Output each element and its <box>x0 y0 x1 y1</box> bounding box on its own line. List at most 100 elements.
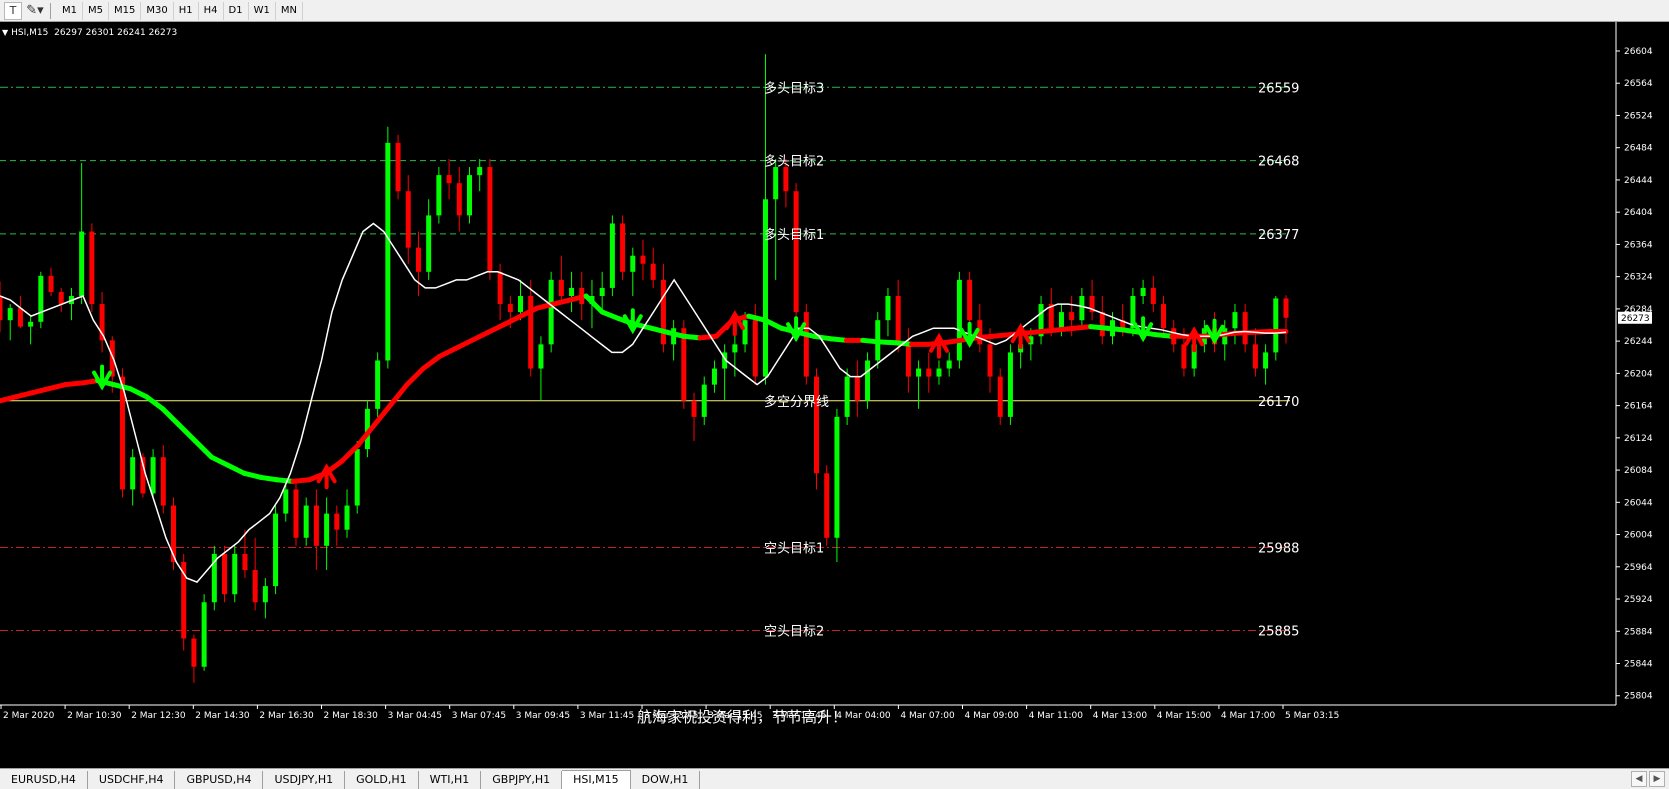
candle-body <box>17 308 23 327</box>
price-tick-label: 25884 <box>1624 627 1653 637</box>
price-tick-label: 26004 <box>1624 531 1653 541</box>
trend-line-segment <box>388 382 410 408</box>
tab-dow-h1[interactable]: DOW,H1 <box>631 771 701 789</box>
period-button-d1[interactable]: D1 <box>224 1 249 20</box>
period-button-m30[interactable]: M30 <box>141 1 174 20</box>
objects-menu-icon[interactable]: ✎▾ <box>26 2 44 20</box>
price-tick-label: 26364 <box>1624 240 1653 250</box>
chart-annotation: 航海家祝投资得利，节节高升！ <box>637 708 847 726</box>
candle-body <box>814 376 820 474</box>
price-tick-label: 26524 <box>1624 111 1653 121</box>
candle-body <box>150 457 156 494</box>
tab-usdjpy-h1[interactable]: USDJPY,H1 <box>263 771 346 789</box>
period-button-w1[interactable]: W1 <box>249 1 276 20</box>
current-price-label: 26273 <box>1621 314 1650 324</box>
price-tick-label: 25844 <box>1624 660 1653 670</box>
level-value: 26468 <box>1258 155 1299 170</box>
period-button-m5[interactable]: M5 <box>83 1 109 20</box>
tab-gbpusd-h4[interactable]: GBPUSD,H4 <box>175 771 264 789</box>
candle-body <box>1140 287 1146 296</box>
time-tick-label: 3 Mar 09:45 <box>516 711 570 721</box>
tab-usdchf-h4[interactable]: USDCHF,H4 <box>88 771 176 789</box>
tab-wti-h1[interactable]: WTI,H1 <box>419 771 482 789</box>
candle-body <box>456 183 462 216</box>
trend-line-segment <box>46 382 68 392</box>
price-tick-label: 26164 <box>1624 402 1653 412</box>
text-tool-icon[interactable]: T <box>4 1 22 20</box>
candle-body <box>89 231 95 305</box>
candle-body <box>334 513 340 530</box>
candle-body <box>518 295 524 313</box>
time-tick-label: 4 Mar 11:00 <box>1029 711 1084 721</box>
price-chart[interactable]: 26604 26564 26524 26484 26444 26404 26364 26324… <box>0 22 1669 749</box>
candle-body <box>354 449 360 506</box>
chart-tabs: EURUSD,H4 USDCHF,H4 GBPUSD,H4 USDJPY,H1 GOLD… <box>0 768 1669 789</box>
candle-body <box>1007 352 1013 417</box>
candle-body <box>426 215 432 272</box>
trend-line-segment <box>0 394 19 404</box>
candle-body <box>1079 295 1085 321</box>
level-label: 空头目标1 <box>764 541 824 556</box>
candle-body <box>79 231 85 296</box>
level-value: 26377 <box>1258 228 1299 243</box>
trend-line-segment <box>453 337 475 351</box>
candle-body <box>1263 352 1269 369</box>
candle-body <box>660 279 666 345</box>
collapse-triangle-icon[interactable]: ▼ <box>2 28 8 37</box>
time-tick-label: 2 Mar 16:30 <box>259 711 314 721</box>
chart-area[interactable]: 26604 26564 26524 26484 26444 26404 26364 26324… <box>0 22 1669 749</box>
candle-body <box>1069 312 1075 321</box>
candle-body <box>650 263 656 280</box>
candle-body <box>395 142 401 192</box>
scroll-right-icon[interactable]: ▶ <box>1649 771 1665 787</box>
period-button-m15[interactable]: M15 <box>109 1 142 20</box>
candle-body <box>0 295 3 321</box>
candle-body <box>1058 312 1064 329</box>
candle-body <box>967 279 973 321</box>
buy-signal-arrow-icon <box>1010 323 1031 350</box>
trend-line-segment <box>469 329 491 343</box>
trend-line-segment <box>502 313 524 327</box>
trend-line-segment <box>225 462 247 476</box>
tab-eurusd-h4[interactable]: EURUSD,H4 <box>0 771 88 789</box>
trend-line-segment <box>241 470 263 480</box>
time-tick-label: 2 Mar 14:30 <box>195 711 250 721</box>
symbol-ohlc: 26297 26301 26241 26273 <box>54 28 178 38</box>
price-tick-label: 26324 <box>1624 273 1653 283</box>
price-tick-label: 25804 <box>1624 692 1653 702</box>
trend-line-segment <box>144 394 166 412</box>
level-value: 26559 <box>1258 81 1299 96</box>
scroll-left-icon[interactable]: ◀ <box>1631 771 1647 787</box>
period-button-h4[interactable]: H4 <box>199 1 224 20</box>
candle-body <box>344 505 350 530</box>
period-button-h1[interactable]: H1 <box>174 1 199 20</box>
period-button-m1[interactable]: M1 <box>57 1 83 20</box>
trend-line-segment <box>127 386 150 400</box>
candle-body <box>824 473 830 538</box>
trend-line-segment <box>30 386 52 396</box>
tab-gold-h1[interactable]: GOLD,H1 <box>345 771 419 789</box>
candle-body <box>538 344 544 369</box>
tab-scroll: ◀ ▶ <box>1631 771 1665 787</box>
candle-body <box>834 416 840 538</box>
candle-body <box>375 360 381 409</box>
period-button-mn[interactable]: MN <box>276 1 303 20</box>
candle-body <box>1099 312 1105 337</box>
candle-body <box>885 295 891 321</box>
price-tick-label: 26564 <box>1624 79 1653 89</box>
candle-body <box>987 344 993 377</box>
tab-gbpjpy-h1[interactable]: GBPJPY,H1 <box>481 771 563 789</box>
level-value: 25988 <box>1258 541 1299 556</box>
candle-body <box>58 291 64 305</box>
trend-line-segment <box>599 309 622 322</box>
candle-body <box>1242 312 1248 345</box>
candle-body <box>405 191 411 248</box>
price-tick-label: 26484 <box>1624 144 1653 154</box>
candle-body <box>936 368 942 377</box>
candle-body <box>1283 298 1289 318</box>
time-tick-label: 3 Mar 04:45 <box>388 711 442 721</box>
candle-body <box>324 513 330 546</box>
tab-hsi-m15[interactable]: HSI,M15 <box>562 770 631 789</box>
candle-body <box>854 376 860 401</box>
candle-body <box>1273 298 1279 353</box>
